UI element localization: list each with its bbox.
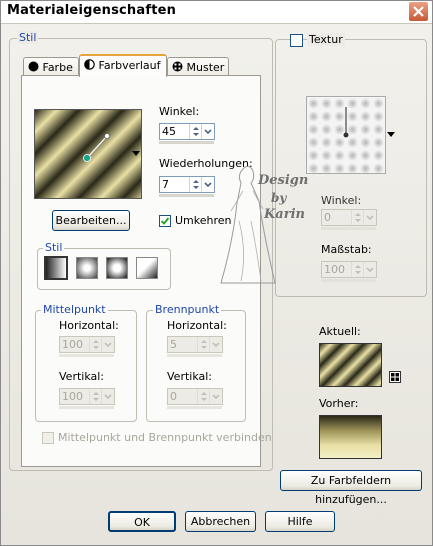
wiederholungen-slider[interactable] [159,194,214,197]
brennpunkt-vertikal-slider[interactable] [167,406,222,409]
texture-winkel-slider[interactable] [321,227,376,230]
window-title: Materialeigenschaften [7,3,177,18]
texture-winkel-label: Winkel: [321,194,362,207]
tab-farbe[interactable]: Farbe [23,57,79,77]
winkel-label: Winkel: [159,105,200,118]
linear-gradient-style-button[interactable] [44,256,68,280]
winkel-spinbox[interactable]: 45 [159,123,215,140]
cancel-button[interactable]: Abbrechen [185,511,256,532]
chevron-down-icon [204,129,212,135]
dropdown-control[interactable] [363,262,376,277]
brennpunkt-vertikal-spinbox[interactable]: 0 [167,388,223,405]
gradient-swatch[interactable] [34,109,142,199]
solid-dot-icon [28,61,39,72]
mittelpunkt-horizontal-slider[interactable] [59,354,114,357]
texture-winkel-spinbox[interactable]: 0 [321,209,377,226]
gradient-dropdown-arrow[interactable] [132,151,140,156]
ok-button[interactable]: OK [108,511,176,532]
chevron-down-icon [366,267,374,273]
mittelpunkt-vertikal-slider[interactable] [59,406,114,409]
tab-muster[interactable]: Muster [167,57,229,77]
checkmark-icon [160,217,170,225]
tab-farbverlauf-label: Farbverlauf [98,59,161,72]
gradient-preview [35,110,141,198]
radial-gradient-style-button[interactable] [136,257,158,279]
winkel-slider[interactable] [159,141,214,144]
dropdown-control[interactable] [209,337,222,352]
mittelpunkt-horizontal-value: 100 [62,338,83,351]
watermark-line-2: by [271,191,287,205]
mittelpunkt-horizontal-spinbox[interactable]: 100 [59,336,115,353]
texture-massstab-value: 100 [324,263,345,276]
brennpunkt-vertikal-label: Vertikal: [167,370,213,383]
rectangular-gradient-style-button[interactable] [76,257,98,279]
title-bar: Materialeigenschaften [1,1,432,24]
dropdown-control[interactable] [101,337,114,352]
winkel-value: 45 [162,125,176,138]
current-material-swatch [319,343,382,387]
link-points-label: Mittelpunkt und Brennpunkt verbinden [58,431,272,444]
chevron-down-icon [366,215,374,221]
mittelpunkt-vertikal-value: 100 [62,390,83,403]
watermark-line-1: Design [258,173,309,188]
grid-icon [391,373,399,381]
gradient-half-icon [84,59,95,70]
bearbeiten-button[interactable]: Bearbeiten... [52,210,130,231]
mittelpunkt-horizontal-label: Horizontal: [59,319,119,332]
texture-massstab-spinbox[interactable]: 100 [321,261,377,278]
pattern-icon [172,61,183,72]
chevron-down-icon [104,342,112,348]
brennpunkt-horizontal-value: 5 [170,338,177,351]
tab-farbe-label: Farbe [42,61,73,74]
current-material-preview [320,344,381,386]
chevron-down-icon [212,342,220,348]
wiederholungen-spinbox[interactable]: 7 [159,176,215,193]
aktuell-label: Aktuell: [319,325,361,338]
material-properties-dialog: Materialeigenschaften Stil Farbe Farbver… [0,0,433,546]
dropdown-control[interactable] [209,389,222,404]
texture-swatch[interactable] [306,96,386,174]
winkel-dropdown[interactable] [201,124,214,139]
brennpunkt-horizontal-label: Horizontal: [167,319,227,332]
brennpunkt-horizontal-spinbox[interactable]: 5 [167,336,223,353]
texture-massstab-slider[interactable] [321,279,376,282]
tab-muster-label: Muster [186,61,225,74]
brennpunkt-label: Brennpunkt [153,303,222,316]
texture-checkbox[interactable] [290,34,303,47]
style-group-label: Stil [17,31,39,44]
tab-farbverlauf[interactable]: Farbverlauf [79,54,167,77]
chevron-down-icon [212,394,220,400]
mittelpunkt-vertikal-label: Vertikal: [59,370,105,383]
close-icon [413,6,424,17]
vorher-label: Vorher: [319,397,359,410]
texture-massstab-label: Maßstab: [321,243,372,256]
link-points-checkbox[interactable] [42,432,54,444]
mittelpunkt-vertikal-spinbox[interactable]: 100 [59,388,115,405]
umkehren-checkbox[interactable] [159,215,171,227]
gradient-style-label: Stil [43,241,65,254]
texture-label: Textur [307,33,345,46]
dropdown-control[interactable] [101,389,114,404]
wiederholungen-value: 7 [162,178,169,191]
dropdown-control[interactable] [363,210,376,225]
watermark-line-3: Karin [264,207,305,222]
help-button[interactable]: Hilfe [265,511,335,532]
chevron-down-icon [104,394,112,400]
brennpunkt-horizontal-slider[interactable] [167,354,222,357]
close-button[interactable] [408,1,429,22]
texture-preview [307,97,385,173]
brennpunkt-vertikal-value: 0 [170,390,177,403]
texture-winkel-value: 0 [324,211,331,224]
mittelpunkt-label: Mittelpunkt [41,303,108,316]
sunburst-gradient-style-button[interactable] [106,257,128,279]
swatch-options-button[interactable] [389,371,401,383]
previous-material-swatch[interactable] [319,415,382,459]
texture-dropdown-arrow[interactable] [387,132,395,137]
add-to-swatches-button[interactable]: Zu Farbfeldern hinzufügen... [280,470,422,506]
